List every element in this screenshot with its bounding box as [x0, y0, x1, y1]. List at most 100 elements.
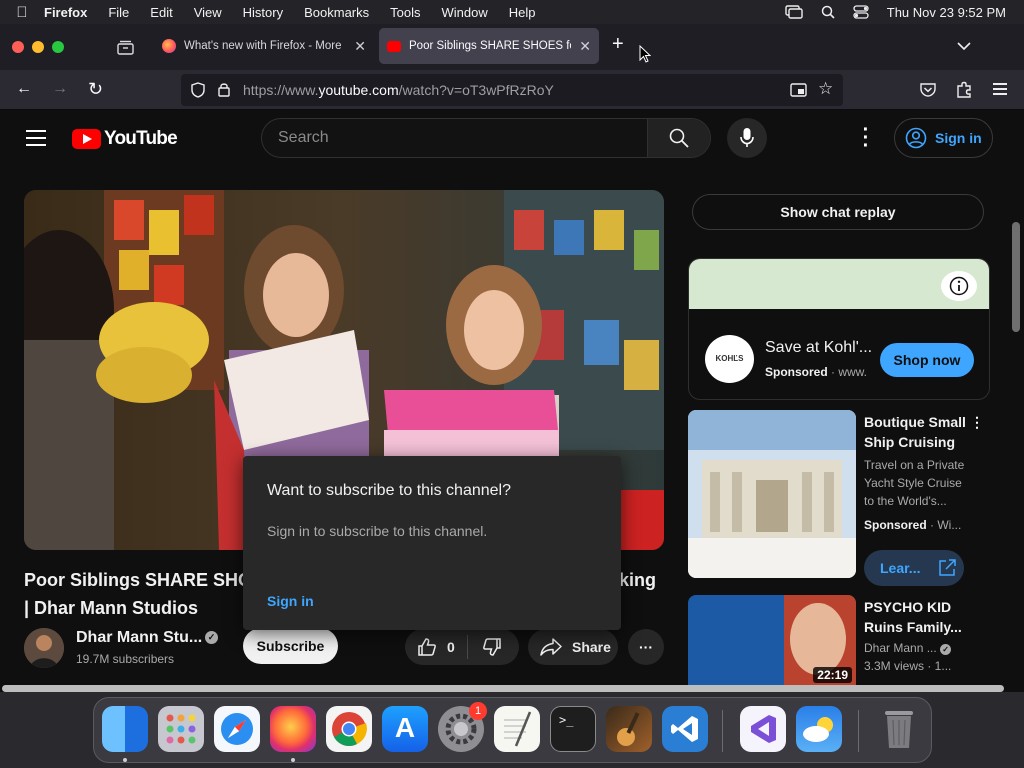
menu-view[interactable]: View [194, 5, 222, 20]
macos-menu-bar:  Firefox File Edit View History Bookmar… [0, 0, 1024, 24]
vertical-scrollbar[interactable] [1012, 222, 1020, 332]
menu-tools[interactable]: Tools [390, 5, 420, 20]
subscribe-button[interactable]: Subscribe [243, 628, 338, 664]
sponsored-card-cruise[interactable]: Boutique Small Ship Cruising ⋮ Travel on… [688, 410, 988, 586]
garageband-icon[interactable] [606, 706, 652, 752]
forward-arrow-icon[interactable]: → [52, 80, 68, 98]
list-all-tabs-icon[interactable] [957, 42, 971, 51]
tab-firefox-whats-new[interactable]: What's new with Firefox - More ✕ [154, 28, 374, 64]
screen-mirroring-icon[interactable] [785, 5, 803, 19]
apple-menu-icon[interactable]:  [0, 4, 44, 21]
search-button[interactable] [647, 119, 710, 157]
learn-more-button[interactable]: Lear... [864, 550, 964, 586]
channel-avatar[interactable] [24, 628, 64, 668]
subscribe-signin-popup: Want to subscribe to this channel? Sign … [243, 456, 621, 630]
trash-can-icon [885, 711, 913, 748]
app-store-glyph-icon: A [394, 712, 416, 743]
terminal-icon[interactable]: >_ [550, 706, 596, 752]
related-video-card[interactable]: 22:19 PSYCHO KID Ruins Family... Dhar Ma… [688, 595, 988, 685]
menu-edit[interactable]: Edit [150, 5, 172, 20]
textedit-icon[interactable] [494, 706, 540, 752]
launchpad-icon[interactable] [158, 706, 204, 752]
tracking-protection-shield-icon[interactable] [191, 82, 205, 98]
like-count: 0 [447, 639, 455, 655]
ad-sponsored-label: Sponsored [765, 365, 828, 379]
ad-title[interactable]: Save at Kohl'... [765, 339, 872, 357]
popup-sign-in-link[interactable]: Sign in [267, 593, 314, 609]
youtube-logo[interactable]: YouTube [72, 128, 178, 150]
card-sponsored-extra: · Wi... [926, 518, 962, 532]
verified-check-icon: ✓ [205, 631, 218, 644]
video-title-line2: | Dhar Mann Studios [24, 598, 199, 618]
control-center-icon[interactable] [853, 5, 869, 19]
cruise-ad-thumbnail[interactable] [688, 410, 856, 578]
guitar-icon [617, 712, 640, 746]
picture-in-picture-icon[interactable] [790, 83, 807, 97]
chrome-icon[interactable] [326, 706, 372, 752]
thumbs-up-icon[interactable] [417, 637, 437, 657]
menu-help[interactable]: Help [509, 5, 536, 20]
related-video-title[interactable]: PSYCHO KID Ruins Family... [864, 597, 974, 637]
vscode-logo-icon [671, 716, 698, 742]
app-menu-hamburger-icon[interactable] [993, 83, 1007, 95]
menu-app-name[interactable]: Firefox [44, 5, 87, 20]
launchpad-grid-icon [166, 714, 196, 744]
lock-icon[interactable] [218, 82, 230, 97]
share-button[interactable]: Share [528, 629, 618, 665]
menu-bookmarks[interactable]: Bookmarks [304, 5, 369, 20]
close-window-button[interactable] [12, 41, 24, 53]
card-more-icon[interactable]: ⋮ [970, 414, 984, 431]
trash-icon[interactable] [876, 706, 922, 752]
search-input[interactable] [262, 119, 648, 157]
safari-icon[interactable] [214, 706, 260, 752]
menu-history[interactable]: History [243, 5, 283, 20]
back-arrow-icon[interactable]: ← [16, 80, 32, 98]
firefox-dock-icon[interactable] [270, 706, 316, 752]
guide-menu-icon[interactable] [26, 130, 46, 151]
spotlight-search-icon[interactable] [821, 5, 835, 19]
safari-compass-icon [221, 713, 253, 745]
sponsored-ad-kohls[interactable]: KOHĽS Save at Kohl'... Sponsored · www. … [688, 258, 990, 400]
settings-more-icon[interactable]: · · · [860, 120, 872, 156]
more-actions-icon[interactable]: ··· [628, 629, 664, 665]
kohls-logo: KOHĽS [705, 335, 754, 383]
ad-info-button[interactable] [941, 271, 977, 301]
url-path: /watch?v=oT3wPfRzRoY [398, 82, 554, 98]
close-tab-icon[interactable]: ✕ [354, 38, 366, 55]
extensions-puzzle-icon[interactable] [956, 81, 972, 98]
firefox-running-indicator [291, 758, 295, 762]
bookmark-star-icon[interactable]: ☆ [818, 79, 833, 99]
thumbs-down-icon[interactable] [482, 637, 502, 657]
pocket-icon[interactable] [920, 82, 936, 97]
related-video-channel-line[interactable]: Dhar Mann ... ✓ [864, 641, 952, 655]
related-video-thumbnail[interactable]: 22:19 [688, 595, 856, 685]
visual-studio-icon[interactable] [740, 706, 786, 752]
channel-name[interactable]: Dhar Mann Stu... [76, 629, 202, 647]
terminal-prompt-icon: >_ [559, 713, 574, 727]
horizontal-scrollbar[interactable] [2, 685, 1004, 692]
firefox-view-icon[interactable] [117, 40, 134, 55]
url-text[interactable]: https://www.youtube.com/watch?v=oT3wPfRz… [243, 82, 554, 98]
finder-icon[interactable] [102, 706, 148, 752]
card-sponsored-line: Sponsored · Wi... [864, 518, 961, 532]
youtube-play-logo-icon [72, 129, 101, 149]
url-bar[interactable]: https://www.youtube.com/watch?v=oT3wPfRz… [181, 74, 843, 106]
menu-file[interactable]: File [108, 5, 129, 20]
show-chat-replay-button[interactable]: Show chat replay [692, 194, 984, 230]
voice-search-button[interactable] [727, 118, 767, 158]
menu-window[interactable]: Window [442, 5, 488, 20]
new-tab-icon[interactable]: + [612, 33, 624, 56]
shop-now-button[interactable]: Shop now [880, 343, 974, 377]
card-title[interactable]: Boutique Small Ship Cruising [864, 412, 974, 452]
close-tab-icon[interactable]: ✕ [579, 38, 591, 55]
reload-icon[interactable]: ↻ [88, 79, 103, 100]
app-store-icon[interactable]: A [382, 706, 428, 752]
menu-clock[interactable]: Thu Nov 23 9:52 PM [887, 5, 1006, 20]
weather-icon[interactable] [796, 706, 842, 752]
sign-in-button[interactable]: Sign in [894, 118, 993, 158]
tab-youtube-video[interactable]: Poor Siblings SHARE SHOES for ✕ [379, 28, 599, 64]
zoom-window-button[interactable] [52, 41, 64, 53]
dock-separator [858, 710, 859, 752]
vscode-icon[interactable] [662, 706, 708, 752]
minimize-window-button[interactable] [32, 41, 44, 53]
